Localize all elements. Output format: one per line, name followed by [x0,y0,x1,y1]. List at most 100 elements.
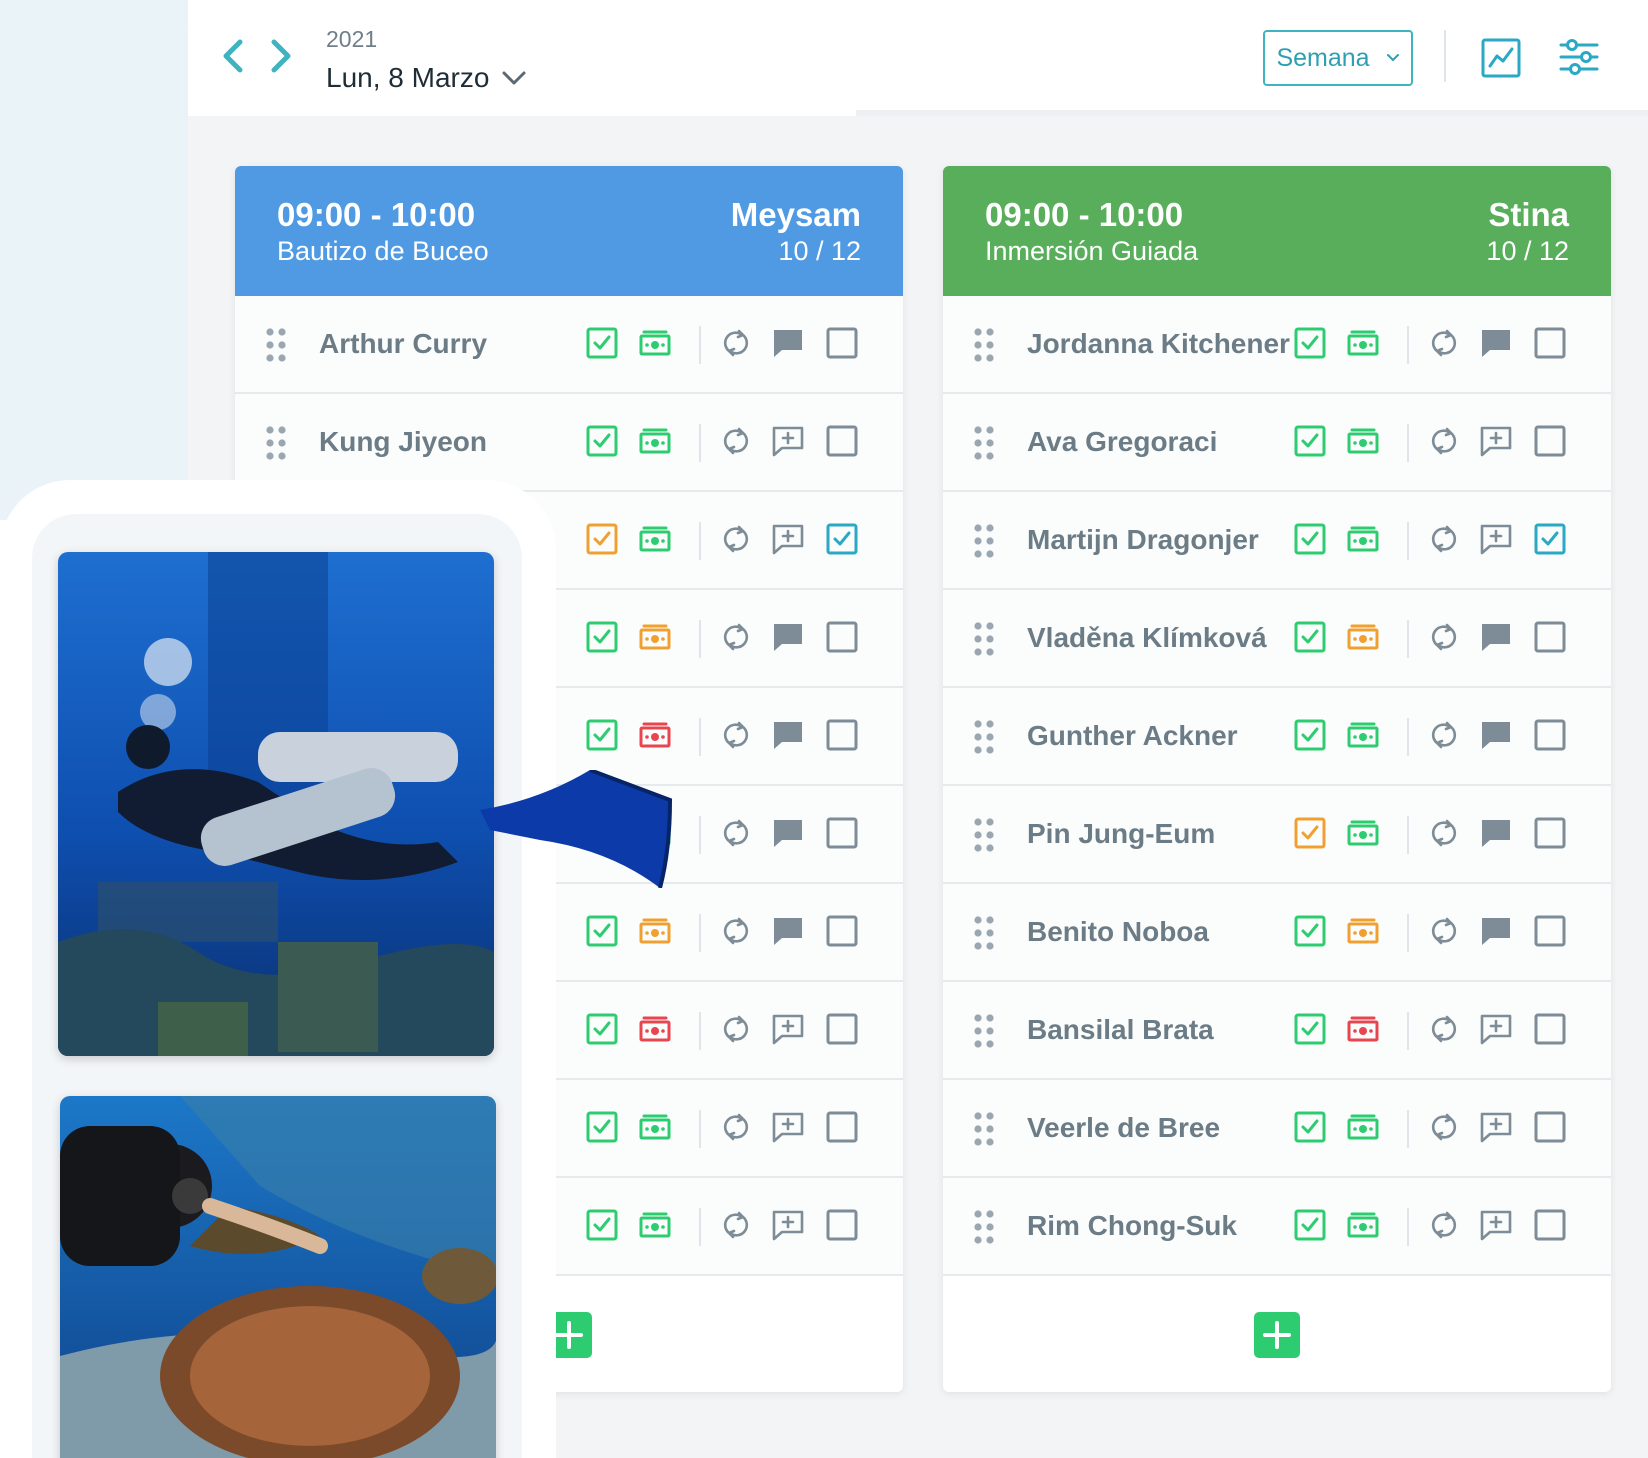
sync-icon[interactable] [719,1110,753,1144]
payment-icon[interactable] [638,522,672,556]
attendance-checkbox[interactable] [1533,424,1567,458]
comment-icon[interactable] [771,620,805,654]
attendance-checkbox[interactable] [1533,1012,1567,1046]
sync-icon[interactable] [719,424,753,458]
sync-icon[interactable] [1427,424,1461,458]
attendance-checkbox[interactable] [1533,718,1567,752]
comment-icon[interactable] [771,914,805,948]
session-header[interactable]: 09:00 - 10:00 Inmersión Guiada Stina 10 … [943,166,1611,296]
payment-icon[interactable] [1346,718,1380,752]
check-icon[interactable] [1293,1012,1327,1046]
attendance-checkbox[interactable] [825,620,859,654]
filters-button[interactable] [1558,36,1600,78]
drag-handle-icon[interactable] [973,916,995,950]
attendance-checkbox[interactable] [1533,1208,1567,1242]
check-icon[interactable] [1293,620,1327,654]
check-icon[interactable] [1293,1110,1327,1144]
sync-icon[interactable] [1427,718,1461,752]
check-icon[interactable] [1293,718,1327,752]
sync-icon[interactable] [719,914,753,948]
attendance-checkbox[interactable] [825,424,859,458]
sync-icon[interactable] [719,718,753,752]
session-header[interactable]: 09:00 - 10:00 Bautizo de Buceo Meysam 10… [235,166,903,296]
payment-icon[interactable] [638,424,672,458]
attendance-checkbox[interactable] [825,522,859,556]
participant-row[interactable]: Arthur Curry [235,296,903,394]
participant-row[interactable]: Ava Gregoraci [943,394,1611,492]
participant-row[interactable]: Kung Jiyeon [235,394,903,492]
add-comment-icon[interactable] [1479,1012,1513,1046]
comment-icon[interactable] [1479,914,1513,948]
date-picker[interactable]: Lun, 8 Marzo [326,62,527,94]
payment-icon[interactable] [1346,1208,1380,1242]
drag-handle-icon[interactable] [265,328,287,362]
participant-row[interactable]: Veerle de Bree [943,1080,1611,1178]
attendance-checkbox[interactable] [1533,522,1567,556]
comment-icon[interactable] [771,816,805,850]
check-icon[interactable] [585,620,619,654]
check-icon[interactable] [1293,914,1327,948]
attendance-checkbox[interactable] [1533,914,1567,948]
payment-icon[interactable] [638,1012,672,1046]
add-comment-icon[interactable] [1479,1110,1513,1144]
attendance-checkbox[interactable] [1533,1110,1567,1144]
sync-icon[interactable] [719,1208,753,1242]
sync-icon[interactable] [719,522,753,556]
check-icon[interactable] [585,326,619,360]
payment-icon[interactable] [638,1208,672,1242]
payment-icon[interactable] [1346,1110,1380,1144]
participant-row[interactable]: Rim Chong-Suk [943,1178,1611,1276]
attendance-checkbox[interactable] [825,718,859,752]
participant-row[interactable]: Gunther Ackner [943,688,1611,786]
prev-day-button[interactable] [216,36,252,76]
check-icon[interactable] [585,718,619,752]
payment-icon[interactable] [638,1110,672,1144]
participant-row[interactable]: Benito Noboa [943,884,1611,982]
add-comment-icon[interactable] [771,1012,805,1046]
sync-icon[interactable] [1427,522,1461,556]
payment-icon[interactable] [1346,914,1380,948]
check-icon[interactable] [1293,326,1327,360]
payment-icon[interactable] [1346,1012,1380,1046]
sync-icon[interactable] [1427,620,1461,654]
payment-icon[interactable] [1346,424,1380,458]
stats-button[interactable] [1481,38,1521,78]
add-comment-icon[interactable] [771,1110,805,1144]
add-comment-icon[interactable] [1479,1208,1513,1242]
attendance-checkbox[interactable] [825,1110,859,1144]
sync-icon[interactable] [1427,326,1461,360]
drag-handle-icon[interactable] [973,1210,995,1244]
payment-icon[interactable] [638,620,672,654]
sync-icon[interactable] [1427,1012,1461,1046]
comment-icon[interactable] [1479,326,1513,360]
add-participant-button[interactable] [1254,1312,1300,1358]
participant-row[interactable]: Vladěna Klímková [943,590,1611,688]
add-comment-icon[interactable] [1479,522,1513,556]
attendance-checkbox[interactable] [825,816,859,850]
comment-icon[interactable] [1479,816,1513,850]
sync-icon[interactable] [719,326,753,360]
attendance-checkbox[interactable] [825,1208,859,1242]
add-comment-icon[interactable] [771,522,805,556]
add-comment-icon[interactable] [1479,424,1513,458]
sync-icon[interactable] [1427,1110,1461,1144]
check-icon[interactable] [1293,522,1327,556]
check-icon[interactable] [1293,1208,1327,1242]
participant-row[interactable]: Pin Jung-Eum [943,786,1611,884]
attendance-checkbox[interactable] [825,326,859,360]
payment-icon[interactable] [1346,522,1380,556]
payment-icon[interactable] [1346,816,1380,850]
sync-icon[interactable] [1427,1208,1461,1242]
attendance-checkbox[interactable] [1533,620,1567,654]
attendance-checkbox[interactable] [825,1012,859,1046]
participant-row[interactable]: Martijn Dragonjer [943,492,1611,590]
sync-icon[interactable] [719,620,753,654]
comment-icon[interactable] [1479,620,1513,654]
check-icon[interactable] [585,424,619,458]
sync-icon[interactable] [1427,816,1461,850]
comment-icon[interactable] [771,718,805,752]
check-icon[interactable] [1293,424,1327,458]
drag-handle-icon[interactable] [973,622,995,656]
add-comment-icon[interactable] [771,1208,805,1242]
drag-handle-icon[interactable] [973,328,995,362]
